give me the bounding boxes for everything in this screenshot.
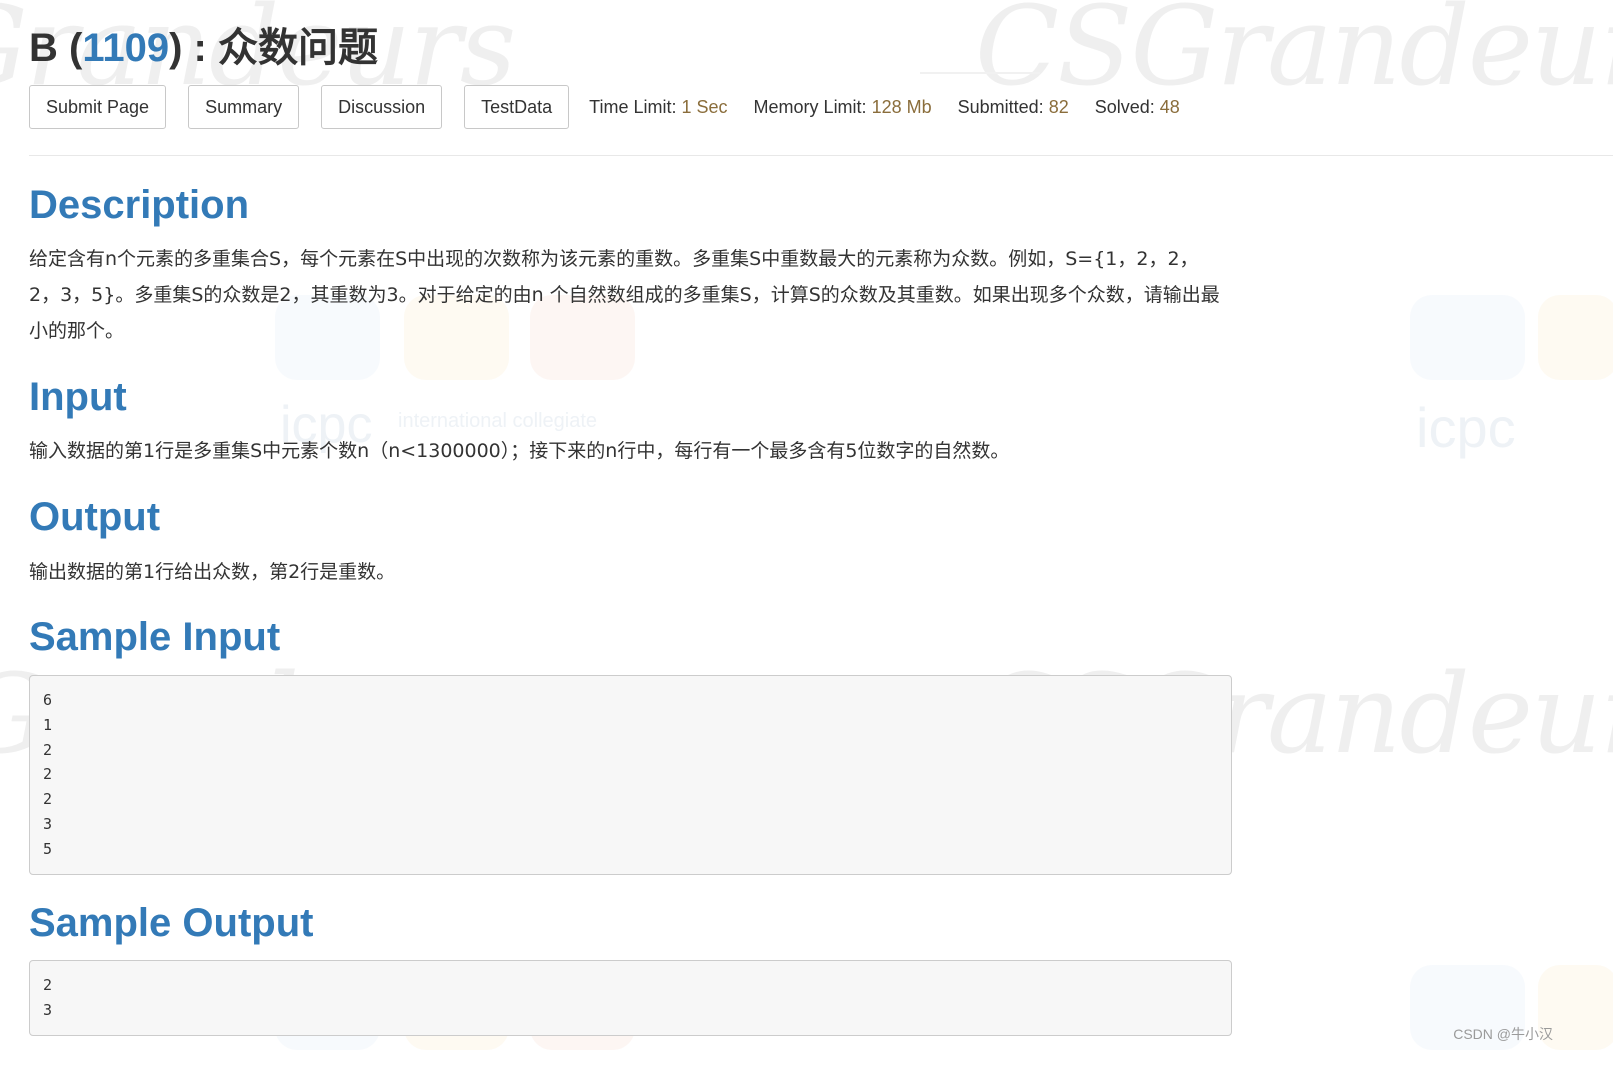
watermark-line [920,72,1040,74]
memory-limit-value: 128 Mb [871,96,932,117]
input-text: 输入数据的第1行是多重集S中元素个数n（n<1300000）；接下来的n行中，每… [29,440,1010,462]
time-limit-value: 1 Sec [681,96,728,117]
output-heading: Output [29,495,161,539]
discussion-button[interactable]: Discussion [321,85,443,129]
sample-input-block[interactable]: 6 1 2 2 2 3 5 [29,675,1232,875]
header-divider [29,155,1613,156]
summary-button[interactable]: Summary [188,85,300,129]
submitted-count: Submitted: 82 [957,96,1069,117]
memory-limit: Memory Limit: 128 Mb [753,96,932,117]
problem-page: CSGrandeurs Grandeurs CSGrandeurs Grande… [0,0,1613,1080]
watermark-icpc-caption: international collegiate [398,410,598,432]
solved-value: 48 [1159,96,1180,117]
description-heading: Description [29,183,250,227]
csdn-credit: CSDN @牛小汉 [1453,1026,1553,1042]
solved-count: Solved: 48 [1094,96,1180,117]
sample-output-block[interactable]: 2 3 [29,960,1232,1036]
problem-letter: B [29,26,58,70]
problem-name: 众数问题 [217,26,378,70]
problem-id-link[interactable]: 1109 [82,26,169,70]
watermark-icpc: icpc [1416,396,1516,459]
time-limit: Time Limit: 1 Sec [589,96,728,117]
sample-input-heading: Sample Input [29,615,281,659]
problem-toolbar: Submit Page Summary Discussion TestData … [29,85,1206,129]
submitted-value: 82 [1048,96,1069,117]
page-title: B (1109) : 众数问题 [29,26,378,70]
submit-page-button[interactable]: Submit Page [29,85,167,129]
output-text: 输出数据的第1行给出众数，第2行是重数。 [29,561,396,583]
watermark-cloud-tile [1410,295,1525,380]
testdata-button[interactable]: TestData [464,85,570,129]
sample-output-heading: Sample Output [29,901,314,945]
description-text: 给定含有n个元素的多重集合S，每个元素在S中出现的次数称为该元素的重数。多重集S… [29,248,1220,342]
input-heading: Input [29,375,127,419]
watermark-bulb-tile [1538,295,1613,380]
